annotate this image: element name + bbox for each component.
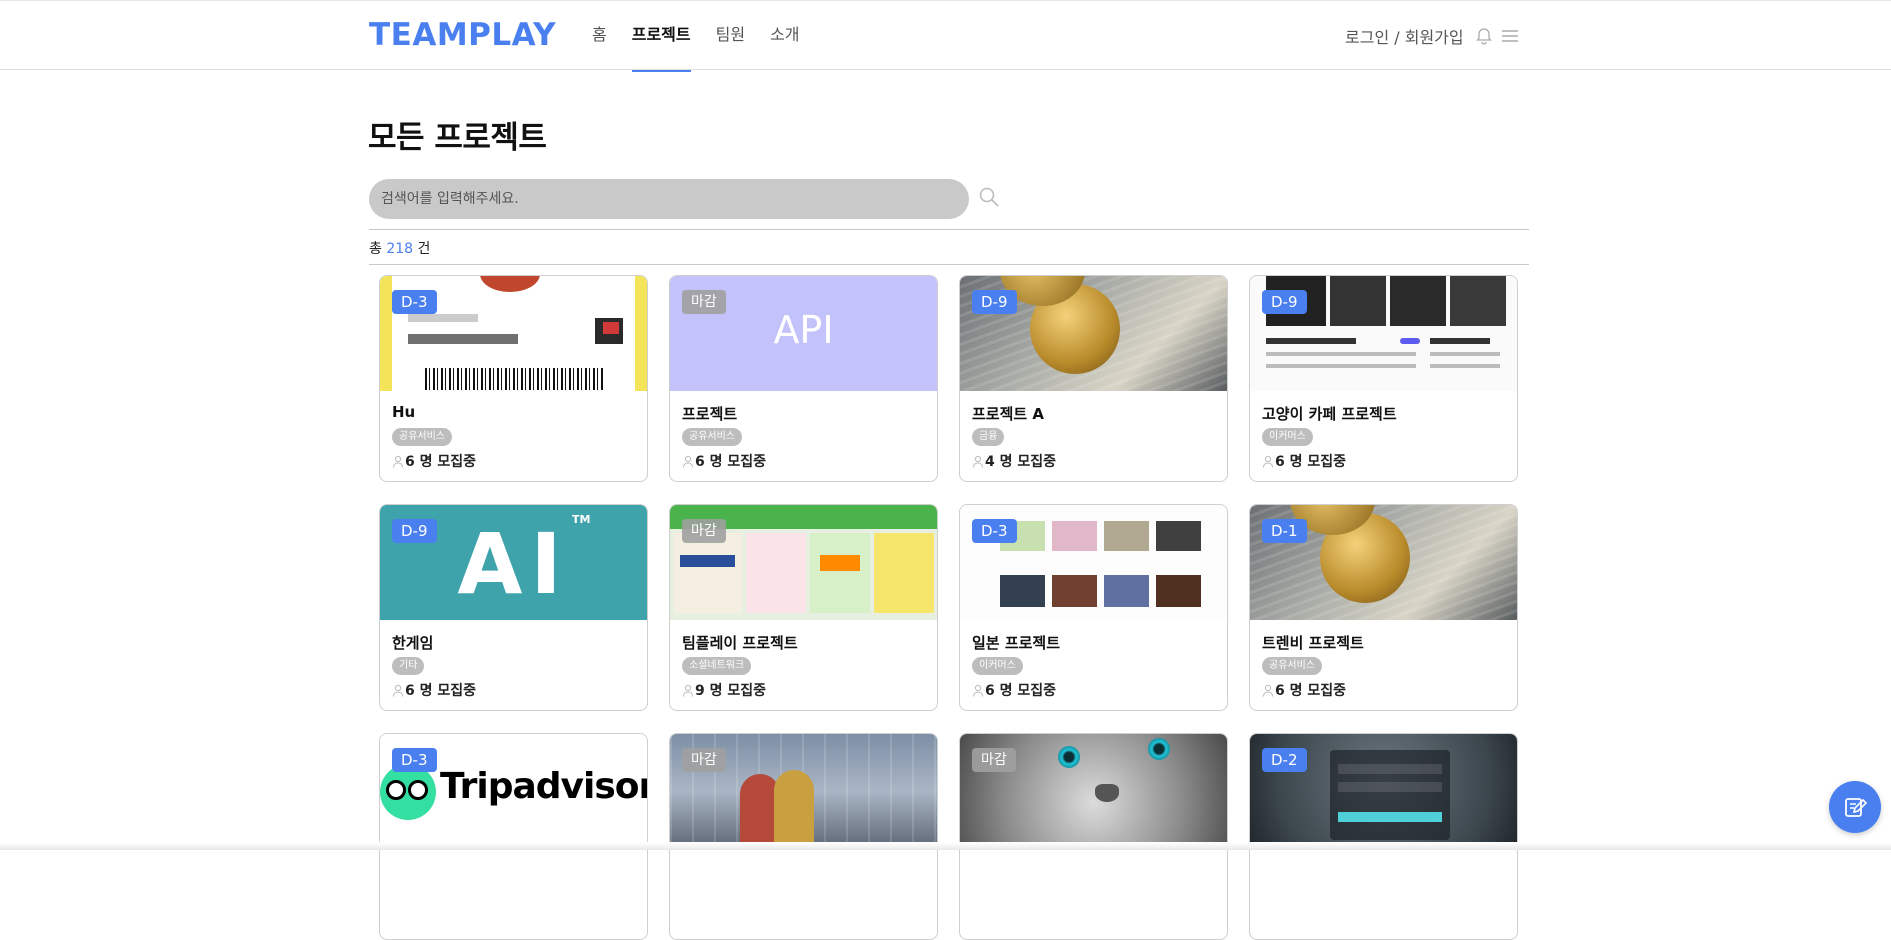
person-icon <box>393 684 403 697</box>
project-card[interactable]: D-3 Hu 공유서비스 6 명 모집중 <box>379 275 648 482</box>
header-right: 로그인 / 회원가입 <box>1345 1 1520 71</box>
project-title: 일본 프로젝트 <box>972 634 1061 652</box>
deadline-badge: 마감 <box>972 748 1016 772</box>
person-icon <box>1263 455 1273 468</box>
person-icon <box>393 455 403 468</box>
category-tag: 이커머스 <box>1262 428 1313 446</box>
deadline-badge: D-2 <box>1262 748 1307 772</box>
deadline-badge: D-3 <box>972 519 1017 543</box>
project-card[interactable]: 마감 <box>959 733 1228 940</box>
page-title: 모든 프로젝트 <box>368 120 547 156</box>
divider <box>369 264 1529 265</box>
category-tag: 공유서비스 <box>1262 657 1322 675</box>
result-count: 총 218 건 <box>369 238 430 258</box>
category-tag: 금융 <box>972 428 1005 446</box>
logo[interactable]: TEAMPLAY <box>369 17 556 53</box>
person-icon <box>683 684 693 697</box>
category-tag: 이커머스 <box>972 657 1023 675</box>
person-icon <box>683 455 693 468</box>
project-card[interactable]: 마감 <box>669 733 938 940</box>
recruit-count: 6 명 모집중 <box>682 451 766 471</box>
person-icon <box>973 684 983 697</box>
recruit-text: 6 명 모집중 <box>695 454 767 470</box>
project-card[interactable]: D-1 트렌비 프로젝트공유서비스 6 명 모집중 <box>1249 504 1518 711</box>
nav-projects[interactable]: 프로젝트 <box>631 1 691 72</box>
divider <box>369 229 1529 230</box>
recruit-count: 6 명 모집중 <box>392 451 476 471</box>
project-title: 팀플레이 프로젝트 <box>682 634 798 652</box>
recruit-text: 6 명 모집중 <box>1275 683 1347 699</box>
recruit-count: 6 명 모집중 <box>392 680 476 700</box>
header: TEAMPLAY 홈 프로젝트 팀원 소개 로그인 / 회원가입 <box>0 0 1891 72</box>
project-card[interactable]: D-9 고양이 카페 프로젝트이커머스 6 명 모집중 <box>1249 275 1518 482</box>
recruit-text: 9 명 모집중 <box>695 683 767 699</box>
deadline-badge: 마감 <box>682 290 726 314</box>
project-card[interactable]: D-3 일본 프로젝트이커머스 6 명 모집중 <box>959 504 1228 711</box>
project-title: 트렌비 프로젝트 <box>1262 634 1364 652</box>
count-suffix: 건 <box>417 241 431 257</box>
recruit-count: 6 명 모집중 <box>972 680 1056 700</box>
category-tag: 기타 <box>392 657 425 675</box>
project-card[interactable]: Tripadvisor D-3 <box>379 733 648 940</box>
deadline-badge: D-3 <box>392 748 437 772</box>
count-prefix: 총 <box>369 241 382 257</box>
deadline-badge: D-9 <box>392 519 437 543</box>
project-title: 프로젝트 A <box>972 405 1045 423</box>
recruit-text: 6 명 모집중 <box>405 683 477 699</box>
project-title: 프로젝트 <box>682 405 738 423</box>
category-tag: 공유서비스 <box>392 428 452 446</box>
nav-home[interactable]: 홈 <box>592 1 607 71</box>
recruit-count: 6 명 모집중 <box>1262 451 1346 471</box>
project-card[interactable]: 마감팀플레이 프로젝트소셜네트워크 9 명 모집중 <box>669 504 938 711</box>
count-value: 218 <box>386 241 414 257</box>
recruit-text: 6 명 모집중 <box>1275 454 1347 470</box>
deadline-badge: 마감 <box>682 519 726 543</box>
project-title: 고양이 카페 프로젝트 <box>1262 405 1397 423</box>
category-tag: 공유서비스 <box>682 428 742 446</box>
recruit-text: 6 명 모집중 <box>405 454 477 470</box>
deadline-badge: 마감 <box>682 748 726 772</box>
recruit-text: 6 명 모집중 <box>985 683 1057 699</box>
recruit-count: 6 명 모집중 <box>1262 680 1346 700</box>
project-title: Hu <box>392 403 416 421</box>
recruit-count: 9 명 모집중 <box>682 680 766 700</box>
person-icon <box>1263 684 1273 697</box>
search-icon[interactable] <box>977 185 1001 209</box>
project-card[interactable]: D-9 프로젝트 A 금융 4 명 모집중 <box>959 275 1228 482</box>
category-tag: 소셜네트워크 <box>682 657 752 675</box>
menu-icon[interactable] <box>1500 26 1520 46</box>
project-card[interactable]: D-2 <box>1249 733 1518 940</box>
person-icon <box>973 455 983 468</box>
search-input[interactable] <box>369 179 969 219</box>
project-card[interactable]: API 마감프로젝트공유서비스 6 명 모집중 <box>669 275 938 482</box>
nav-about[interactable]: 소개 <box>770 1 799 71</box>
project-title: 한게임 <box>392 634 434 652</box>
deadline-badge: D-1 <box>1262 519 1307 543</box>
write-project-button[interactable] <box>1829 781 1881 833</box>
tripadvisor-logo-text: Tripadvisor <box>440 766 647 807</box>
deadline-badge: D-3 <box>392 290 437 314</box>
deadline-badge: D-9 <box>1262 290 1307 314</box>
nav-members[interactable]: 팀원 <box>716 1 745 71</box>
bottom-shade <box>0 842 1891 850</box>
recruit-text: 4 명 모집중 <box>985 454 1057 470</box>
recruit-count: 4 명 모집중 <box>972 451 1056 471</box>
api-text: API <box>773 308 834 352</box>
deadline-badge: D-9 <box>972 290 1017 314</box>
main-nav: 홈 프로젝트 팀원 소개 <box>592 1 825 72</box>
bell-icon[interactable] <box>1474 26 1494 46</box>
edit-icon <box>1845 798 1868 817</box>
project-card[interactable]: AI TM D-9 한게임 기타 6 명 모집중 <box>379 504 648 711</box>
ai-logo-mark: TM <box>572 513 591 526</box>
login-signup-link[interactable]: 로그인 / 회원가입 <box>1345 24 1464 48</box>
